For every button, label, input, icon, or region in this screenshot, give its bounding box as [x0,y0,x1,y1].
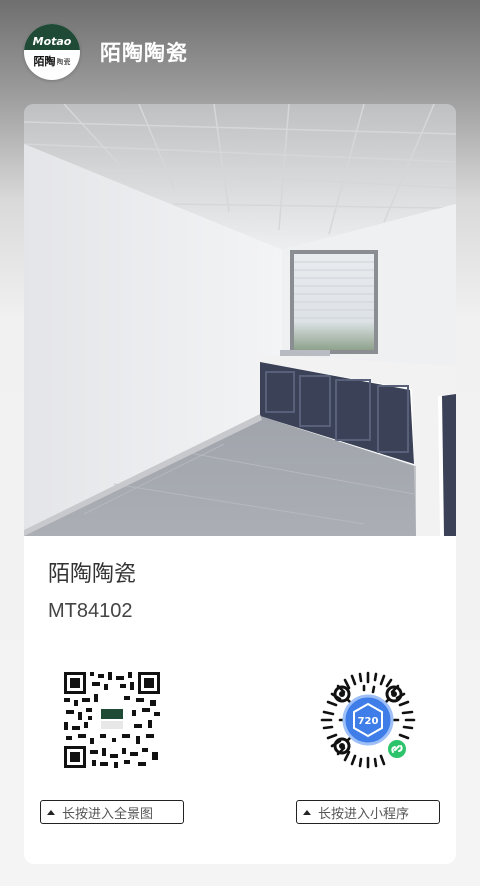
product-code: MT84102 [48,600,133,622]
logo-cn-small: 陶瓷 [56,58,71,66]
mini-program-badge-text: 720 [358,716,379,727]
brand-title: 陌陶陶瓷 [100,41,188,65]
product-name: 陌陶陶瓷 [48,562,137,587]
logo-cn-text: 陌陶 [33,55,56,68]
panorama-hint-button[interactable]: 长按进入全景图 [40,800,184,824]
caret-up-icon [303,809,311,815]
room-render-image[interactable] [24,104,456,536]
header: Motao 陌陶 陶瓷 陌陶陶瓷 [24,24,188,80]
mini-program-hint-button[interactable]: 长按进入小程序 [296,800,440,824]
caret-up-icon [47,809,55,815]
panorama-qr-code[interactable] [62,670,162,770]
product-card: 陌陶陶瓷 MT84102 720 长按进入全景图 长按进入小程序 [24,104,456,864]
mini-program-hint-label: 长按进入小程序 [318,806,410,822]
brand-logo: Motao 陌陶 陶瓷 [24,24,80,80]
logo-chinese: 陌陶 陶瓷 [24,50,80,80]
logo-wordmark: Motao [24,24,80,50]
panorama-hint-label: 长按进入全景图 [62,806,154,822]
mini-program-code[interactable]: 720 [318,670,418,770]
